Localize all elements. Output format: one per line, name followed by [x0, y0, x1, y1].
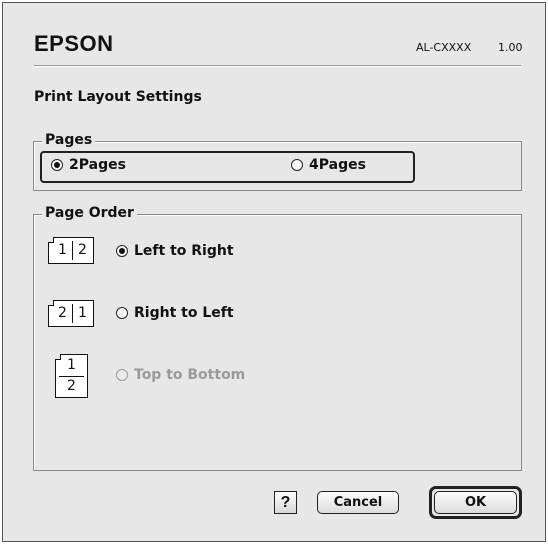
print-layout-dialog: EPSON AL-CXXXX 1.00 Print Layout Setting…	[2, 2, 546, 542]
page-order-group-label: Page Order	[42, 205, 137, 221]
radio-button-icon[interactable]	[116, 307, 128, 319]
order-right-to-left-icon: 2 1	[48, 300, 94, 327]
cancel-button[interactable]: Cancel	[317, 491, 399, 514]
radio-button-selected-icon[interactable]	[51, 159, 63, 171]
order-icon-cell: 2	[67, 378, 76, 394]
radio-4pages[interactable]: 4Pages	[291, 157, 366, 173]
radio-right-to-left[interactable]: Right to Left	[116, 305, 234, 321]
radio-4pages-label: 4Pages	[309, 157, 366, 173]
order-icon-cell: 1	[58, 242, 67, 258]
help-button[interactable]: ?	[274, 491, 297, 514]
radio-top-to-bottom-label: Top to Bottom	[134, 367, 246, 383]
printer-model: AL-CXXXX	[416, 41, 472, 54]
radio-2pages[interactable]: 2Pages	[51, 157, 126, 173]
page-order-group	[33, 214, 522, 471]
pages-group-label: Pages	[42, 132, 96, 148]
epson-logo: EPSON	[34, 31, 114, 56]
radio-left-to-right[interactable]: Left to Right	[116, 243, 234, 259]
order-icon-cell: 2	[78, 242, 87, 258]
radio-button-disabled-icon	[116, 369, 128, 381]
order-icon-cell: 1	[67, 357, 76, 373]
order-top-to-bottom-icon: 1 2	[55, 354, 88, 398]
ok-button[interactable]: OK	[434, 491, 517, 514]
header-divider	[34, 65, 521, 67]
radio-button-icon[interactable]	[291, 159, 303, 171]
dialog-title: Print Layout Settings	[34, 89, 202, 105]
radio-top-to-bottom: Top to Bottom	[116, 367, 245, 383]
radio-right-to-left-label: Right to Left	[134, 305, 234, 321]
driver-version: 1.00	[498, 41, 523, 54]
order-icon-cell: 1	[78, 305, 87, 321]
radio-left-to-right-label: Left to Right	[134, 243, 234, 259]
order-icon-cell: 2	[58, 305, 67, 321]
radio-2pages-label: 2Pages	[69, 157, 126, 173]
order-left-to-right-icon: 1 2	[48, 237, 94, 264]
radio-button-selected-icon[interactable]	[116, 245, 128, 257]
